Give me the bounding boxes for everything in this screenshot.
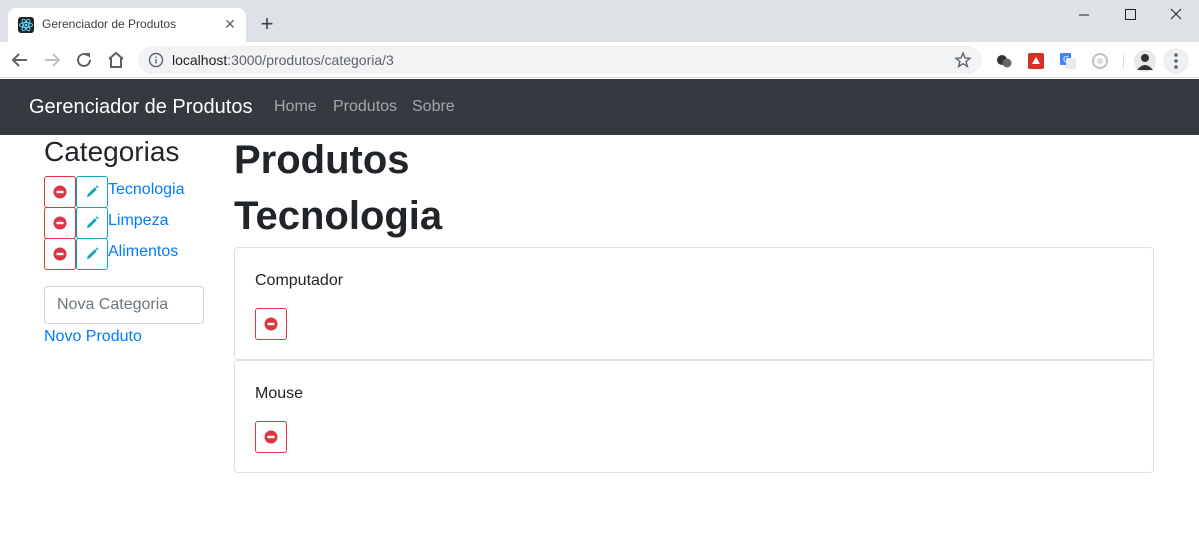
delete-product-button[interactable] xyxy=(255,421,287,453)
delete-category-button[interactable] xyxy=(44,238,76,270)
home-icon[interactable] xyxy=(104,48,128,72)
minus-circle-icon xyxy=(264,317,278,331)
delete-product-button[interactable] xyxy=(255,308,287,340)
delete-category-button[interactable] xyxy=(44,207,76,239)
category-link-alimentos[interactable]: Alimentos xyxy=(108,243,178,261)
new-tab-button[interactable]: + xyxy=(256,13,278,35)
url-host: localhost xyxy=(172,52,228,68)
browser-tabstrip: Gerenciador de Produtos ✕ + xyxy=(0,0,1199,42)
extension-icon[interactable] xyxy=(1027,52,1045,70)
forward-arrow-icon[interactable] xyxy=(40,48,64,72)
category-link-tecnologia[interactable]: Tecnologia xyxy=(108,181,185,199)
url-path: :3000/produtos/categoria/3 xyxy=(227,52,394,68)
edit-category-button[interactable] xyxy=(76,176,108,208)
nav-link-sobre[interactable]: Sobre xyxy=(412,98,455,116)
nav-link-produtos[interactable]: Produtos xyxy=(333,98,397,116)
pencil-icon xyxy=(87,216,99,228)
nav-link-home[interactable]: Home xyxy=(274,98,317,116)
navbar-brand[interactable]: Gerenciador de Produtos xyxy=(29,96,252,119)
category-title: Tecnologia xyxy=(234,194,443,238)
minus-circle-icon xyxy=(53,247,67,261)
product-name: Mouse xyxy=(255,385,304,402)
edit-category-button[interactable] xyxy=(76,238,108,270)
sidebar-title: Categorias xyxy=(44,136,180,167)
url-text: localhost:3000/produtos/categoria/3 xyxy=(172,52,394,68)
product-card: Computador xyxy=(234,247,1154,360)
pencil-icon xyxy=(87,247,99,259)
new-category-input[interactable] xyxy=(44,286,204,324)
app-navbar: Gerenciador de Produtos Home Produtos So… xyxy=(0,79,1199,135)
minus-circle-icon xyxy=(53,185,67,199)
new-product-link[interactable]: Novo Produto xyxy=(44,328,142,346)
info-icon[interactable] xyxy=(148,52,164,73)
toolbar-divider xyxy=(1123,53,1124,69)
back-arrow-icon[interactable] xyxy=(8,48,32,72)
bookmark-star-icon[interactable] xyxy=(954,51,972,74)
page-title: Produtos xyxy=(234,138,410,182)
delete-category-button[interactable] xyxy=(44,176,76,208)
tab-close-icon[interactable]: ✕ xyxy=(222,16,238,32)
tab-title: Gerenciador de Produtos xyxy=(42,17,177,31)
svg-text:G: G xyxy=(1063,55,1069,64)
close-window-button[interactable] xyxy=(1153,0,1199,30)
extension-icon[interactable] xyxy=(995,52,1013,70)
edit-category-button[interactable] xyxy=(76,207,108,239)
pencil-icon xyxy=(87,185,99,197)
browser-menu-icon[interactable] xyxy=(1163,48,1189,74)
profile-avatar-icon[interactable] xyxy=(1134,50,1156,72)
extension-icon[interactable] xyxy=(1091,52,1109,70)
product-card: Mouse xyxy=(234,360,1154,473)
react-favicon-icon xyxy=(18,17,34,33)
browser-toolbar: localhost:3000/produtos/categoria/3 G xyxy=(0,42,1199,78)
reload-icon[interactable] xyxy=(72,48,96,72)
minus-circle-icon xyxy=(53,216,67,230)
google-translate-icon[interactable]: G xyxy=(1059,52,1077,70)
address-bar[interactable]: localhost:3000/produtos/categoria/3 xyxy=(138,46,982,74)
minimize-window-button[interactable] xyxy=(1061,0,1107,30)
category-link-limpeza[interactable]: Limpeza xyxy=(108,212,168,230)
browser-tab[interactable]: Gerenciador de Produtos ✕ xyxy=(8,8,246,42)
product-name: Computador xyxy=(255,272,344,289)
minus-circle-icon xyxy=(264,430,278,444)
maximize-window-button[interactable] xyxy=(1107,0,1153,30)
